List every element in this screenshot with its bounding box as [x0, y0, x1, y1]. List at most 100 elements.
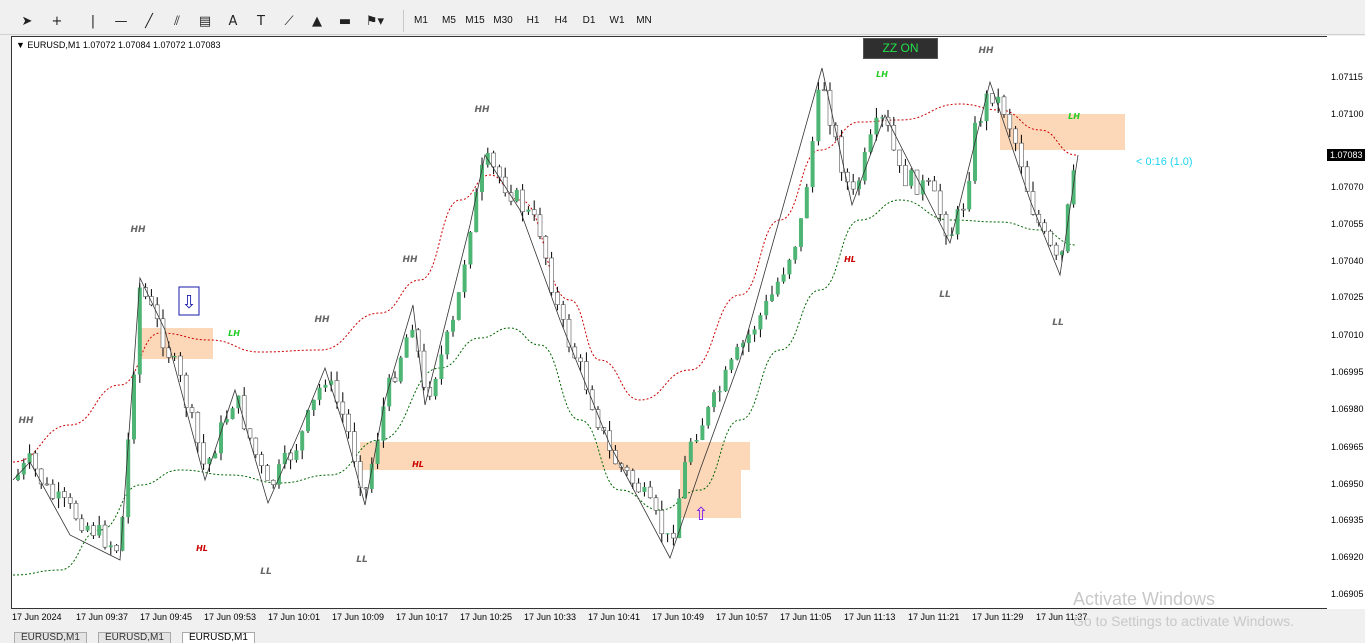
- candle-body: [317, 387, 322, 400]
- candle-body: [746, 334, 751, 344]
- candle-body: [642, 487, 647, 492]
- candle-body: [491, 152, 496, 168]
- swing-marker-ll: LL: [1052, 318, 1064, 328]
- time-label: 17 Jun 10:01: [268, 612, 321, 622]
- candle-body: [961, 208, 966, 211]
- supply-demand-zone: [680, 470, 741, 518]
- time-label: 17 Jun 10:09: [332, 612, 385, 622]
- current-price-tag: 1.07083: [1327, 149, 1365, 161]
- price-label: 1.07070: [1331, 182, 1364, 192]
- candle-body: [201, 442, 206, 465]
- candle-body: [712, 392, 716, 408]
- swing-marker-hh: HH: [18, 416, 34, 426]
- swing-marker-ll: LL: [939, 290, 951, 300]
- candle-body: [265, 465, 270, 481]
- price-label: 1.07115: [1331, 72, 1363, 82]
- candle-body: [445, 331, 450, 355]
- zigzag-line: [12, 67, 1079, 561]
- candle-body: [259, 454, 264, 466]
- chart-tab[interactable]: EURUSD,M1: [98, 632, 171, 643]
- candle-body: [1019, 142, 1024, 168]
- price-label: 1.06935: [1331, 515, 1364, 525]
- candle-body: [67, 497, 73, 504]
- candle-body: [775, 281, 780, 295]
- candle-body: [1007, 114, 1013, 130]
- candle-body: [468, 232, 473, 265]
- candle-body: [1042, 222, 1047, 232]
- candle-body: [636, 482, 641, 493]
- chart-tab[interactable]: EURUSD,M1: [14, 632, 87, 643]
- candle-body: [16, 474, 20, 480]
- candle-body: [91, 525, 96, 536]
- supply-demand-zone: [140, 328, 213, 359]
- time-label: 17 Jun 10:49: [652, 612, 705, 622]
- candle-body: [474, 192, 479, 233]
- swing-marker-hh: HH: [314, 315, 330, 325]
- candle-body: [647, 486, 653, 499]
- candle-body: [967, 180, 972, 210]
- time-label: 17 Jun 11:21: [908, 612, 960, 622]
- candle-body: [520, 189, 525, 213]
- candle-body: [827, 90, 833, 126]
- candle-body: [758, 315, 763, 330]
- candle-body: [543, 236, 549, 259]
- candle-body: [624, 466, 630, 471]
- candle-body: [560, 304, 566, 320]
- candle-body: [108, 545, 113, 548]
- candle-body: [172, 356, 177, 358]
- swing-marker-hh: HH: [130, 225, 146, 235]
- candle-body: [311, 399, 316, 411]
- candle-body: [381, 406, 386, 441]
- swing-marker-hh: HH: [978, 46, 994, 56]
- candle-body: [932, 180, 937, 192]
- candle-body: [149, 296, 154, 306]
- candle-body: [816, 89, 821, 142]
- candle-body: [723, 369, 728, 392]
- candle-body: [514, 189, 519, 202]
- time-label: 17 Jun 11:29: [972, 612, 1024, 622]
- activation-watermark-title: Activate Windows: [1073, 589, 1216, 609]
- price-label: 1.07040: [1331, 256, 1364, 266]
- candle-body: [653, 497, 659, 511]
- candle-body: [978, 121, 983, 123]
- candle-body: [688, 441, 693, 463]
- symbol-info: ▼ EURUSD,M1 1.07072 1.07084 1.07072 1.07…: [16, 40, 221, 50]
- chart-tab-active[interactable]: EURUSD,M1: [182, 632, 255, 643]
- candle-body: [984, 93, 989, 122]
- time-label: 17 Jun 11:05: [780, 612, 832, 622]
- down-arrow-icon: ⇩: [181, 292, 196, 313]
- price-label: 1.07100: [1331, 109, 1364, 119]
- candle-body: [294, 450, 299, 460]
- swing-marker-hl: HL: [412, 460, 424, 469]
- candle-body: [346, 413, 351, 432]
- candle-body: [659, 509, 665, 535]
- candle-body: [555, 292, 560, 305]
- candle-body: [578, 357, 583, 362]
- candle-body: [44, 483, 50, 486]
- candle-body: [990, 93, 995, 104]
- candle-body: [926, 180, 931, 182]
- candle-body: [839, 136, 844, 173]
- candle-body: [937, 190, 943, 215]
- candle-body: [683, 462, 687, 499]
- candle-body: [781, 274, 786, 282]
- price-label: 1.06920: [1331, 552, 1364, 562]
- candle-body: [97, 525, 102, 536]
- candle-body: [671, 532, 676, 539]
- zz-toggle-button[interactable]: ZZ ON: [863, 38, 938, 59]
- swing-marker-lh: LH: [1068, 112, 1080, 121]
- candle-body: [439, 354, 444, 379]
- candle-body: [300, 431, 305, 451]
- candle-body: [787, 259, 792, 275]
- candle-body: [694, 439, 699, 442]
- candle-body: [799, 218, 803, 247]
- candle-body: [729, 359, 734, 370]
- activation-watermark-subtitle: Go to Settings to activate Windows.: [1073, 613, 1294, 629]
- candle-body: [102, 524, 108, 548]
- time-label: 17 Jun 10:41: [588, 612, 641, 622]
- candle-body: [230, 408, 235, 420]
- price-label: 1.07055: [1331, 219, 1364, 229]
- candle-body: [270, 479, 276, 485]
- candle-body: [340, 401, 346, 415]
- candle-body: [126, 439, 131, 518]
